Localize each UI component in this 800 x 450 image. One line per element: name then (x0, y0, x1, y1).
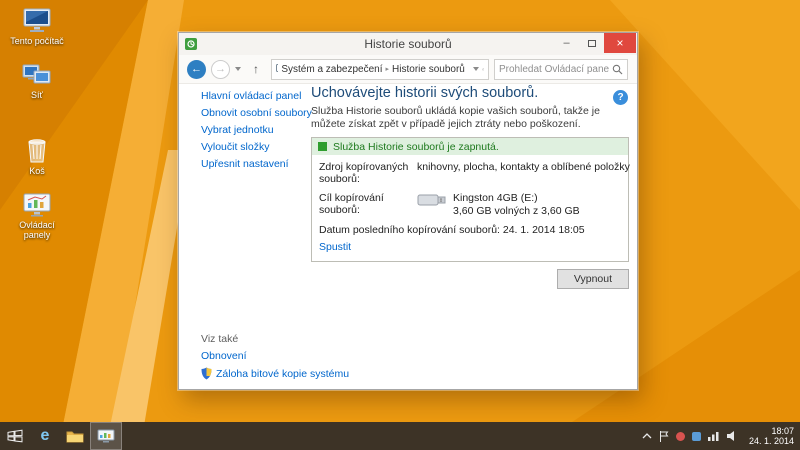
desktop[interactable]: Tento počítač Síť Koš Ovládací p (0, 0, 800, 450)
up-button[interactable]: ↑ (246, 62, 266, 76)
page-title: Uchovávejte historii svých souborů. (311, 85, 629, 101)
desktop-icon-label: Síť (8, 90, 66, 100)
drive-name: Kingston 4GB (E:) (453, 192, 580, 205)
history-chevron-icon[interactable] (235, 67, 241, 71)
see-also-section: Viz také Obnovení Záloha bitové kopie sy… (201, 333, 349, 380)
address-bar[interactable]: Systém a zabezpečení ▸ Historie souborů (271, 59, 489, 80)
copy-source-row: Zdroj kopírovaných souborů: knihovny, pl… (319, 161, 621, 185)
clock-time: 18:07 (749, 426, 794, 436)
desktop-icon-control-panel[interactable]: Ovládací panely (8, 192, 66, 240)
address-dropdown-icon[interactable] (473, 67, 479, 71)
titlebar[interactable]: Historie souborů – × (179, 33, 637, 55)
forward-button[interactable]: → (211, 60, 230, 79)
start-windows-logo-icon (7, 429, 23, 443)
minimize-button[interactable]: – (554, 33, 579, 53)
sidebar-link-restore-files[interactable]: Obnovit osobní soubory (201, 107, 309, 119)
control-panel-icon (97, 429, 115, 444)
maximize-button[interactable] (579, 33, 604, 53)
action-center-flag-icon[interactable] (659, 431, 669, 442)
status-band: Služba Historie souborů je zapnutá. (312, 138, 628, 155)
taskbar-explorer-button[interactable] (60, 422, 90, 450)
search-input[interactable] (499, 64, 609, 75)
drive-free-space: 3,60 GB volných z 3,60 GB (453, 205, 580, 218)
sidebar-link-control-panel-home[interactable]: Hlavní ovládací panel (201, 90, 309, 102)
status-box: Služba Historie souborů je zapnutá. Zdro… (311, 137, 629, 262)
clock-date: 24. 1. 2014 (749, 436, 794, 446)
taskbar: e (0, 422, 800, 450)
copy-source-label: Zdroj kopírovaných souborů: (319, 161, 417, 185)
status-on-indicator-icon (318, 142, 327, 151)
sidebar-link-exclude-folders[interactable]: Vyloučit složky (201, 141, 309, 153)
last-copy-row: Datum posledního kopírování souborů: 24.… (319, 224, 621, 236)
uac-shield-icon (201, 367, 212, 380)
search-box[interactable] (494, 59, 628, 80)
tray-expand-icon[interactable] (642, 433, 652, 439)
main-content: Uchovávejte historii svých souborů. Služ… (311, 85, 629, 289)
breadcrumb-separator-icon: ▸ (386, 65, 390, 73)
recycle-bin-icon (26, 136, 48, 164)
folder-icon (66, 429, 84, 443)
taskbar-clock[interactable]: 18:07 24. 1. 2014 (749, 426, 794, 446)
sidebar-link-select-drive[interactable]: Vybrat jednotku (201, 124, 309, 136)
system-tray: 18:07 24. 1. 2014 (642, 426, 800, 446)
taskbar-ie-button[interactable]: e (30, 422, 60, 450)
control-panel-location-icon (276, 64, 278, 74)
computer-icon (22, 8, 52, 34)
desktop-icon-this-pc[interactable]: Tento počítač (8, 8, 66, 46)
network-status-icon[interactable] (708, 431, 720, 441)
start-button[interactable] (0, 422, 30, 450)
desktop-icon-network[interactable]: Síť (8, 62, 66, 100)
desktop-icon-recycle-bin[interactable]: Koš (8, 136, 66, 176)
status-text: Služba Historie souborů je zapnutá. (333, 141, 499, 153)
tray-app-red-icon[interactable] (676, 432, 685, 441)
network-icon (22, 62, 52, 88)
desktop-icon-label: Koš (8, 166, 66, 176)
desktop-icon-label: Tento počítač (8, 36, 66, 46)
refresh-icon[interactable] (482, 64, 484, 75)
tray-app-blue-icon[interactable] (692, 432, 701, 441)
turn-off-button[interactable]: Vypnout (557, 269, 629, 289)
breadcrumb-system-security[interactable]: Systém a zabezpečení (281, 64, 382, 75)
desktop-icon-label: Ovládací panely (8, 220, 66, 240)
page-description: Služba Historie souborů ukládá kopie vaš… (311, 105, 629, 130)
see-also-link-system-image-backup[interactable]: Záloha bitové kopie systému (216, 368, 349, 380)
internet-explorer-icon: e (41, 427, 50, 445)
usb-drive-icon (417, 192, 447, 208)
sidebar: Hlavní ovládací panel Obnovit osobní sou… (201, 90, 309, 175)
see-also-link-recovery[interactable]: Obnovení (201, 350, 349, 362)
last-copy-value: 24. 1. 2014 18:05 (503, 224, 585, 236)
close-button[interactable]: × (604, 33, 636, 53)
navigation-bar: ← → ↑ Systém a zabezpečení ▸ Historie so… (179, 55, 637, 84)
maximize-icon (588, 40, 596, 47)
breadcrumb-file-history[interactable]: Historie souborů (392, 64, 465, 75)
caption-buttons: – × (554, 33, 636, 53)
copy-source-value: knihovny, plocha, kontakty a oblíbené po… (417, 161, 630, 185)
file-history-app-icon (185, 38, 197, 50)
volume-icon[interactable] (727, 431, 738, 441)
see-also-heading: Viz také (201, 333, 349, 345)
search-icon (612, 64, 623, 75)
file-history-window: Historie souborů – × ← → ↑ Systém a z (178, 32, 638, 390)
control-panel-icon (22, 192, 52, 218)
run-now-link[interactable]: Spustit (319, 241, 351, 253)
copy-target-label: Cíl kopírování souborů: (319, 192, 417, 217)
copy-target-row: Cíl kopírování souborů: Kingston 4GB (E:… (319, 192, 621, 217)
taskbar-control-panel-button[interactable] (90, 422, 122, 450)
back-button[interactable]: ← (187, 60, 206, 79)
last-copy-label: Datum posledního kopírování souborů: (319, 224, 500, 236)
sidebar-link-advanced-settings[interactable]: Upřesnit nastavení (201, 158, 309, 170)
